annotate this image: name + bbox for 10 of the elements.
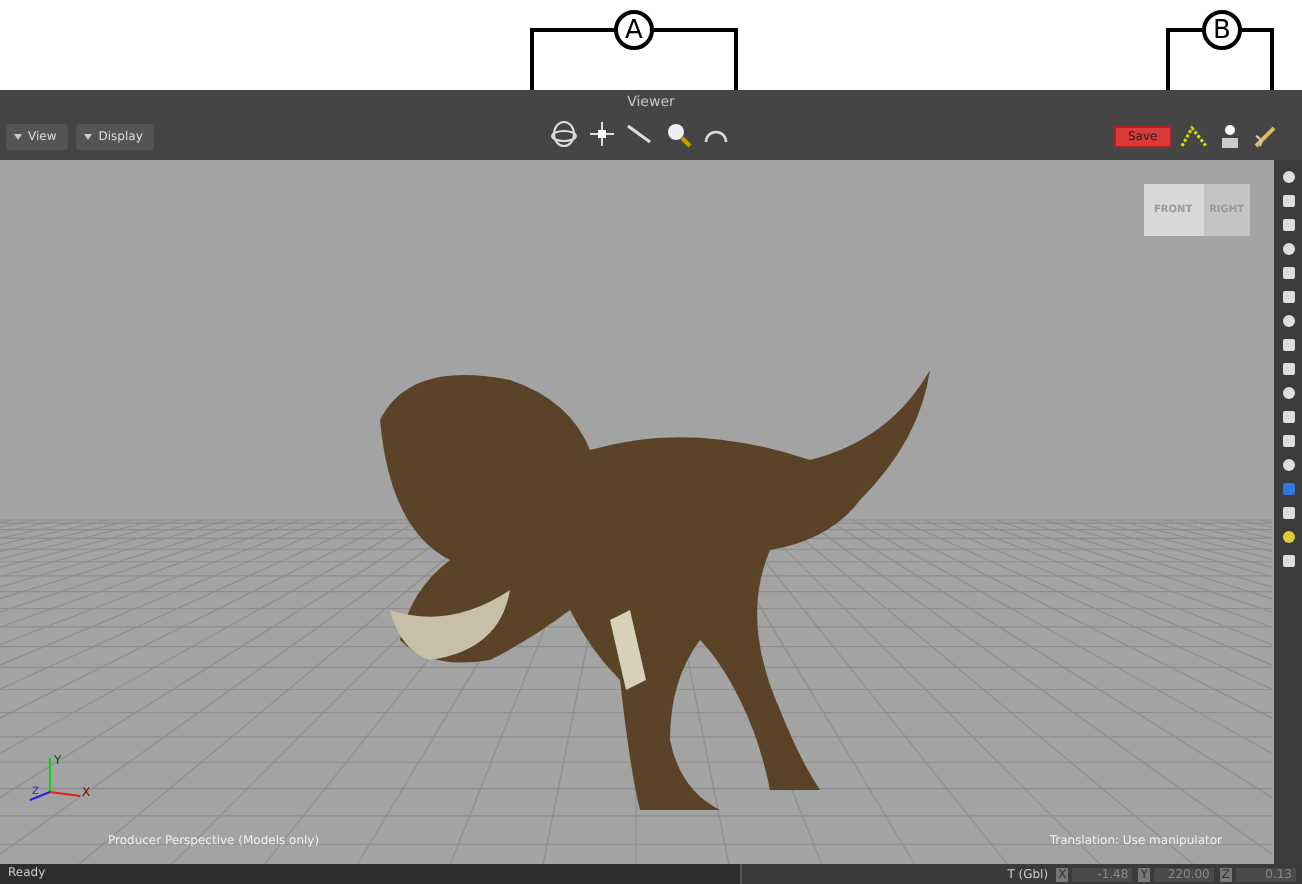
zoom-icon[interactable]: [664, 120, 692, 148]
callout-label: B: [1202, 10, 1242, 50]
curve-icon[interactable]: [1179, 122, 1208, 150]
line-tool-icon[interactable]: [626, 120, 654, 148]
move-icon[interactable]: [588, 120, 616, 148]
callout-label: A: [614, 10, 654, 50]
caret-icon: [14, 133, 22, 139]
pencil-icon[interactable]: [1251, 122, 1280, 150]
caret-icon: [84, 133, 93, 139]
tumble-icon[interactable]: [550, 120, 578, 148]
